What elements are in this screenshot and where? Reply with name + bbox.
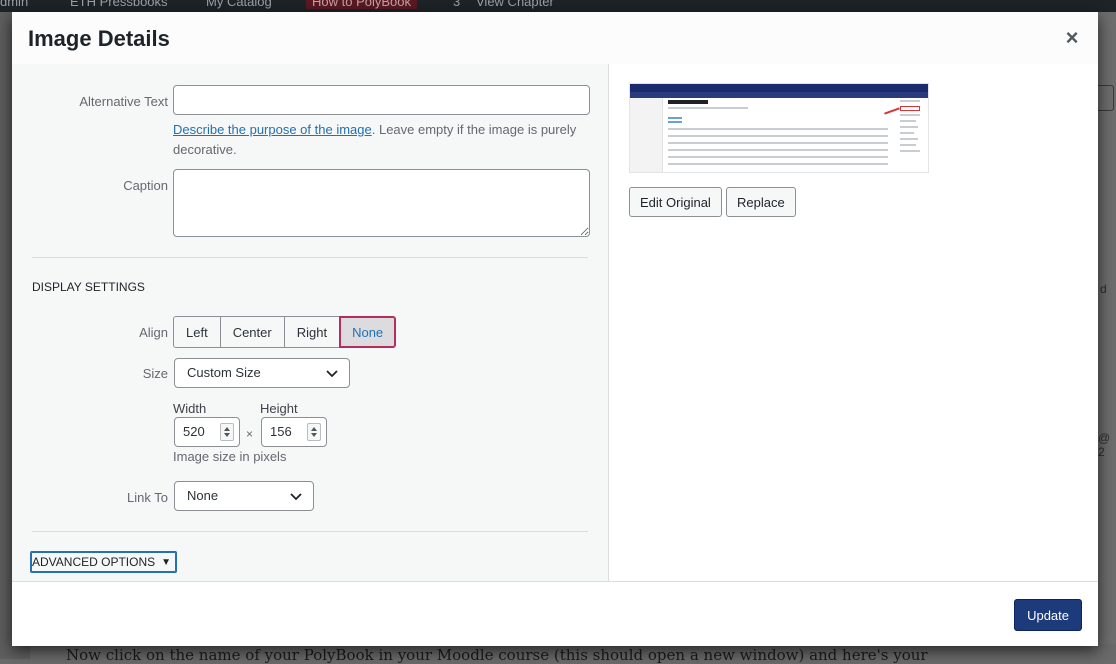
image-size-help: Image size in pixels — [173, 449, 287, 464]
advanced-options-label: ADVANCED OPTIONS — [32, 555, 156, 569]
background-paragraph: Now click on the name of your PolyBook i… — [66, 646, 928, 664]
admin-bar-item[interactable]: How to PolyBook — [306, 0, 417, 9]
align-button-group: Left Center Right None — [173, 316, 397, 348]
caption-label: Caption — [123, 178, 168, 193]
align-center-button[interactable]: Center — [219, 316, 285, 348]
caret-down-icon: ▼ — [161, 556, 172, 568]
height-spinner[interactable] — [307, 423, 321, 441]
height-label: Height — [260, 401, 298, 416]
link-to-select-value: None — [187, 488, 219, 503]
alt-text-label: Alternative Text — [79, 94, 168, 109]
close-button[interactable]: × — [1046, 12, 1098, 64]
update-button[interactable]: Update — [1014, 599, 1082, 631]
height-input[interactable]: 156 — [261, 417, 327, 447]
align-left-button[interactable]: Left — [173, 316, 221, 348]
describe-purpose-link[interactable]: Describe the purpose of the image — [173, 122, 372, 137]
background-fragment: @ 2 — [1098, 431, 1111, 459]
advanced-options-toggle[interactable]: ADVANCED OPTIONS ▼ — [31, 552, 177, 572]
size-label: Size — [142, 366, 168, 381]
width-input[interactable]: 520 — [174, 417, 240, 447]
width-spinner[interactable] — [220, 423, 234, 441]
admin-bar-item[interactable]: My Catalog — [206, 0, 272, 9]
image-preview-thumbnail — [629, 83, 929, 173]
image-preview-pane: Edit Original Replace — [609, 64, 1098, 581]
modal-header: Image Details × — [12, 12, 1098, 65]
height-value: 156 — [270, 424, 292, 439]
divider — [32, 531, 588, 532]
admin-bar-item[interactable]: 3 — [453, 0, 460, 9]
replace-button[interactable]: Replace — [726, 187, 796, 217]
chevron-down-icon — [290, 493, 302, 501]
edit-original-button[interactable]: Edit Original — [629, 187, 722, 217]
link-to-label: Link To — [127, 490, 168, 505]
chevron-down-icon — [326, 370, 338, 378]
size-select[interactable]: Custom Size — [174, 358, 350, 388]
background-fragment: d — [1100, 282, 1107, 296]
alt-text-help: Describe the purpose of the image. Leave… — [173, 120, 593, 160]
link-to-select[interactable]: None — [174, 481, 314, 511]
image-details-modal: Image Details × Alternative Text Describ… — [12, 12, 1098, 646]
admin-bar: dmin ETH Pressbooks My Catalog How to Po… — [0, 0, 1116, 12]
times-symbol: × — [246, 427, 254, 441]
admin-bar-item[interactable]: View Chapter — [476, 0, 554, 9]
width-label: Width — [173, 401, 207, 416]
align-label: Align — [139, 325, 168, 340]
divider — [32, 257, 588, 258]
align-right-button[interactable]: Right — [283, 316, 341, 348]
alt-text-input[interactable] — [173, 85, 590, 115]
admin-bar-item[interactable]: ETH Pressbooks — [70, 0, 168, 9]
modal-footer: Update — [12, 581, 1098, 646]
close-icon: × — [1065, 25, 1079, 50]
admin-bar-item[interactable]: dmin — [0, 0, 28, 9]
width-value: 520 — [183, 424, 205, 439]
modal-title: Image Details — [28, 26, 170, 51]
image-settings-pane: Alternative Text Describe the purpose of… — [12, 64, 609, 581]
align-none-button[interactable]: None — [339, 316, 397, 348]
size-select-value: Custom Size — [187, 365, 261, 380]
caption-textarea[interactable] — [173, 169, 590, 237]
display-settings-heading: DISPLAY SETTINGS — [32, 280, 145, 294]
